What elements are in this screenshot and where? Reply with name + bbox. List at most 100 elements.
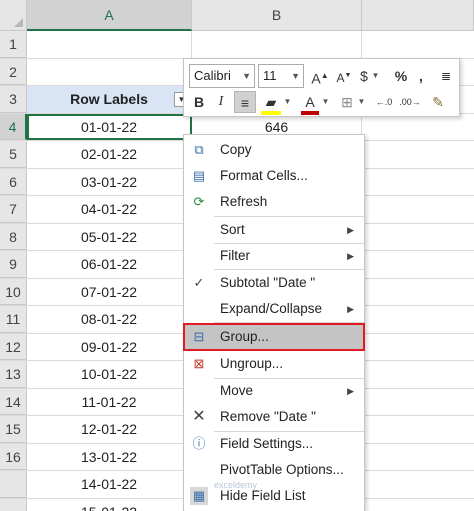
row-header[interactable]: 16: [0, 443, 27, 470]
menu-item-label: Expand/Collapse: [220, 301, 323, 316]
date-cell[interactable]: 06-01-22: [27, 251, 192, 278]
row-header[interactable]: 4: [0, 113, 27, 140]
date-cell[interactable]: 03-01-22: [27, 168, 192, 195]
row-labels-header-cell[interactable]: Row Labels ▼: [27, 86, 192, 113]
currency-format-icon[interactable]: $: [357, 65, 371, 87]
font-name-combo[interactable]: Calibri ▼: [189, 64, 255, 88]
date-cell[interactable]: 09-01-22: [27, 333, 192, 360]
cell[interactable]: [192, 31, 362, 58]
row-header[interactable]: 7: [0, 196, 27, 223]
column-header-b[interactable]: B: [192, 0, 362, 31]
date-cell[interactable]: 08-01-22: [27, 306, 192, 333]
date-cell[interactable]: 15-01-22: [27, 498, 192, 511]
increase-font-size-icon[interactable]: A▲: [310, 65, 330, 87]
menu-item-remove[interactable]: ✕ Remove "Date ": [184, 404, 364, 430]
format-painter-icon[interactable]: ≣: [437, 65, 455, 87]
menu-item-filter[interactable]: Filter ▶: [184, 243, 364, 269]
row-header[interactable]: 11: [0, 306, 27, 333]
row-header[interactable]: 10: [0, 278, 27, 305]
date-cell[interactable]: 12-01-22: [27, 416, 192, 443]
field-list-icon: ▦: [190, 487, 208, 505]
decrease-decimal-icon[interactable]: .00→: [399, 91, 421, 113]
chevron-down-icon[interactable]: ▼: [371, 65, 380, 87]
date-cell[interactable]: 07-01-22: [27, 278, 192, 305]
menu-item-format-cells[interactable]: ▤ Format Cells...: [184, 163, 364, 189]
row-header[interactable]: [0, 471, 27, 498]
submenu-arrow-icon: ▶: [347, 251, 354, 261]
menu-item-label: Remove "Date ": [220, 409, 316, 424]
date-cell[interactable]: 11-01-22: [27, 388, 192, 415]
submenu-arrow-icon: ▶: [347, 386, 354, 396]
row-header[interactable]: 15: [0, 416, 27, 443]
menu-item-label: Format Cells...: [220, 168, 308, 183]
ungroup-icon: ⊠: [193, 356, 205, 371]
row-header[interactable]: 5: [0, 141, 27, 168]
field-settings-icon: ⓘ: [192, 436, 206, 451]
watermark-text: exceldemy: [214, 480, 258, 490]
row-header[interactable]: [0, 498, 27, 511]
menu-item-field-settings[interactable]: ⓘ Field Settings...: [184, 431, 364, 457]
fill-color-icon[interactable]: ▰: [261, 91, 281, 115]
cell[interactable]: [27, 31, 192, 58]
row-header[interactable]: 14: [0, 388, 27, 415]
submenu-arrow-icon: ▶: [347, 225, 354, 235]
row-labels-text: Row Labels: [70, 91, 148, 107]
font-size-value: 11: [263, 68, 277, 83]
select-all-corner[interactable]: [0, 0, 27, 31]
menu-item-move[interactable]: Move ▶: [184, 378, 364, 404]
menu-item-label: Field Settings...: [220, 436, 314, 451]
submenu-arrow-icon: ▶: [347, 304, 354, 314]
menu-item-sort[interactable]: Sort ▶: [184, 217, 364, 243]
menu-item-label: Ungroup...: [220, 356, 284, 371]
cell[interactable]: [27, 58, 192, 85]
format-cells-icon: ▤: [192, 168, 206, 183]
italic-icon[interactable]: I: [212, 91, 230, 113]
decrease-font-size-icon[interactable]: A▼: [334, 65, 354, 87]
chevron-down-icon[interactable]: ▼: [357, 91, 366, 113]
row-header[interactable]: 6: [0, 168, 27, 195]
date-cell[interactable]: 14-01-22: [27, 471, 192, 498]
date-cell[interactable]: 04-01-22: [27, 196, 192, 223]
center-align-icon[interactable]: ≡: [234, 91, 256, 113]
date-cell[interactable]: 05-01-22: [27, 223, 192, 250]
date-cell[interactable]: 10-01-22: [27, 361, 192, 388]
menu-item-label: Sort: [220, 222, 245, 237]
menu-item-pivottable-options[interactable]: PivotTable Options...: [184, 457, 364, 483]
increase-decimal-icon[interactable]: ←.0: [373, 91, 395, 113]
row-header[interactable]: 1: [0, 31, 27, 58]
comma-style-icon[interactable]: ,: [414, 65, 428, 87]
borders-icon[interactable]: ⊞: [338, 91, 356, 113]
paintbrush-icon[interactable]: ✎: [427, 91, 449, 113]
menu-item-group[interactable]: ⊟ Group...: [183, 323, 365, 351]
menu-item-refresh[interactable]: ⟳ Refresh: [184, 189, 364, 215]
row-header[interactable]: 9: [0, 251, 27, 278]
remove-icon: ✕: [192, 408, 206, 425]
active-cell[interactable]: 01-01-22: [27, 113, 192, 140]
menu-item-subtotal[interactable]: ✓ Subtotal "Date ": [184, 270, 364, 296]
column-header-a[interactable]: A: [27, 0, 192, 31]
date-cell[interactable]: 02-01-22: [27, 141, 192, 168]
chevron-down-icon[interactable]: ▼: [321, 91, 330, 113]
menu-separator: [214, 322, 364, 323]
font-color-icon[interactable]: A: [301, 91, 319, 115]
menu-item-label: Refresh: [220, 194, 268, 209]
chevron-down-icon[interactable]: ▼: [283, 91, 292, 113]
row-header[interactable]: 2: [0, 58, 27, 85]
menu-item-hide-field-list[interactable]: ▦ Hide Field List: [184, 483, 364, 509]
date-cell[interactable]: 13-01-22: [27, 443, 192, 470]
row-header[interactable]: 12: [0, 333, 27, 360]
font-size-combo[interactable]: 11 ▼: [258, 64, 304, 88]
menu-item-ungroup[interactable]: ⊠ Ungroup...: [184, 351, 364, 377]
row-header[interactable]: 13: [0, 361, 27, 388]
menu-item-label: Group...: [220, 329, 269, 344]
menu-item-expand-collapse[interactable]: Expand/Collapse ▶: [184, 296, 364, 322]
chevron-down-icon: ▼: [242, 71, 251, 81]
menu-item-label: Filter: [220, 248, 250, 263]
menu-item-copy[interactable]: ⧉ Copy: [184, 137, 364, 163]
column-header-c[interactable]: [362, 0, 474, 31]
row-header[interactable]: 3: [0, 86, 27, 113]
bold-icon[interactable]: B: [190, 91, 208, 113]
percent-style-icon[interactable]: %: [392, 65, 410, 87]
context-menu: ⧉ Copy ▤ Format Cells... ⟳ Refresh Sort …: [183, 134, 365, 511]
row-header[interactable]: 8: [0, 223, 27, 250]
